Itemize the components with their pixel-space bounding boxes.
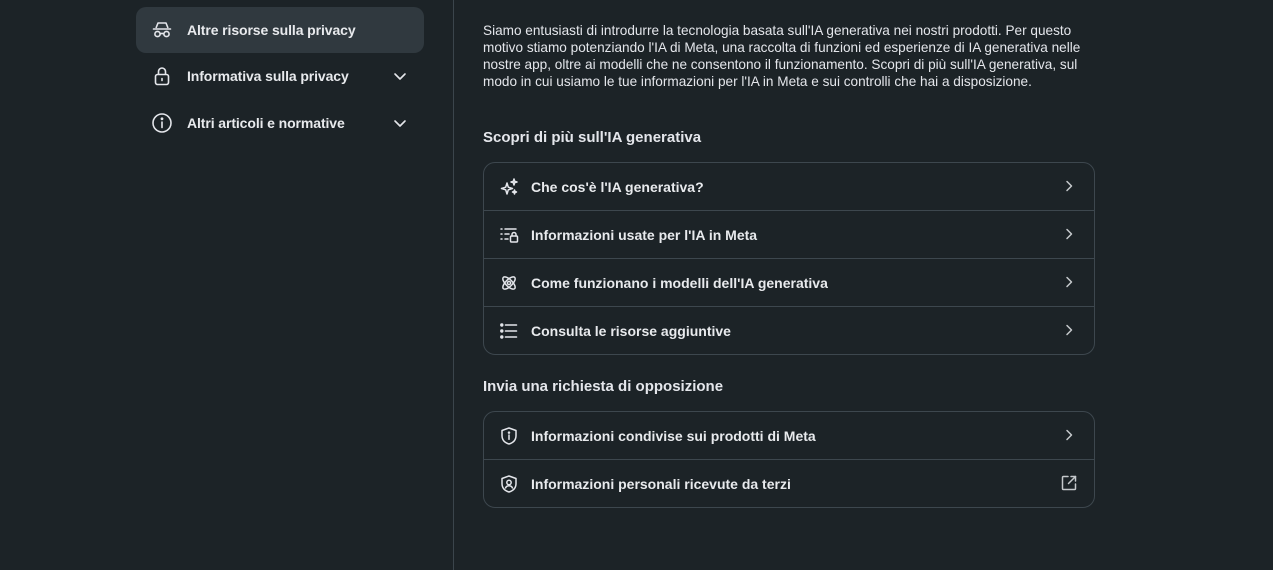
list-item-additional-resources[interactable]: Consulta le risorse aggiuntive [484, 307, 1094, 354]
list-item-label: Informazioni usate per l'IA in Meta [531, 226, 758, 243]
sparkles-icon [499, 177, 519, 197]
sidebar-item-other-privacy-resources[interactable]: Altre risorse sulla privacy [136, 7, 424, 53]
external-link-icon [1059, 473, 1079, 493]
list-item-label: Informazioni personali ricevute da terzi [531, 475, 791, 492]
sidebar-item-privacy-policy[interactable]: Informativa sulla privacy [136, 53, 424, 99]
bullet-list-icon [499, 321, 519, 341]
learn-section-title: Scopri di più sull'IA generativa [483, 129, 702, 146]
list-item-info-shared-meta[interactable]: Informazioni condivise sui prodotti di M… [484, 412, 1094, 460]
atom-icon [499, 273, 519, 293]
info-icon [151, 112, 173, 134]
list-item-label: Informazioni condivise sui prodotti di M… [531, 427, 816, 444]
objection-card: Informazioni condivise sui prodotti di M… [483, 411, 1095, 508]
objection-section-title: Invia una richiesta di opposizione [483, 378, 724, 395]
list-item-label: Consulta le risorse aggiuntive [531, 322, 731, 339]
list-lock-icon [499, 225, 519, 245]
vertical-divider [453, 0, 454, 570]
sidebar-item-label: Altri articoli e normative [187, 115, 345, 131]
sidebar-item-label: Altre risorse sulla privacy [187, 22, 356, 38]
chevron-right-icon [1060, 426, 1078, 444]
chevron-right-icon [1060, 321, 1078, 339]
chevron-right-icon [1060, 177, 1078, 195]
shield-person-icon [499, 474, 519, 494]
list-item-label: Come funzionano i modelli dell'IA genera… [531, 274, 828, 291]
sidebar-item-label: Informativa sulla privacy [187, 68, 349, 84]
lock-icon [151, 65, 173, 87]
list-item-what-is-generative-ai[interactable]: Che cos'è l'IA generativa? [484, 163, 1094, 211]
list-item-how-models-work[interactable]: Come funzionano i modelli dell'IA genera… [484, 259, 1094, 307]
sidebar-item-other-articles[interactable]: Altri articoli e normative [136, 100, 424, 146]
chevron-right-icon [1060, 225, 1078, 243]
intro-paragraph: Siamo entusiasti di introdurre la tecnol… [483, 23, 1081, 89]
list-item-info-used-for-ai[interactable]: Informazioni usate per l'IA in Meta [484, 211, 1094, 259]
sidebar-nav: Altre risorse sulla privacy Informativa … [0, 0, 453, 570]
list-item-personal-info-third-parties[interactable]: Informazioni personali ricevute da terzi [484, 460, 1094, 507]
list-item-label: Che cos'è l'IA generativa? [531, 178, 704, 195]
chevron-down-icon[interactable] [390, 66, 410, 86]
chevron-right-icon [1060, 273, 1078, 291]
chevron-down-icon[interactable] [390, 113, 410, 133]
learn-card: Che cos'è l'IA generativa? Informazioni … [483, 162, 1095, 355]
shield-info-icon [499, 426, 519, 446]
incognito-icon [151, 19, 173, 41]
